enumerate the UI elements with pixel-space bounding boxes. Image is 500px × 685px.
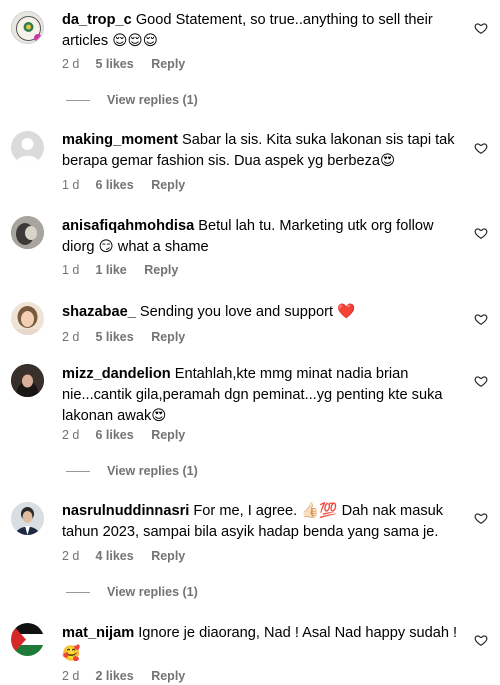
comment-body: making_moment Sabar la sis. Kita suka la… bbox=[62, 130, 462, 172]
comment-meta: 2 d 2 likes Reply bbox=[62, 669, 185, 683]
timestamp: 2 d bbox=[62, 669, 80, 683]
reply-button[interactable]: Reply bbox=[151, 57, 185, 71]
comment-meta: 1 d 6 likes Reply bbox=[62, 178, 185, 192]
comment-body: mizz_dandelion Entahlah,kte mmg minat na… bbox=[62, 364, 462, 427]
timestamp: 2 d bbox=[62, 428, 80, 442]
palestine-flag-icon bbox=[11, 623, 44, 656]
timestamp: 2 d bbox=[62, 57, 80, 71]
reply-button[interactable]: Reply bbox=[144, 263, 178, 277]
heart-outline-icon[interactable] bbox=[474, 374, 488, 388]
heart-outline-icon[interactable] bbox=[474, 226, 488, 240]
comment-body: shazabae_ Sending you love and support ❤… bbox=[62, 302, 462, 323]
reply-button[interactable]: Reply bbox=[151, 549, 185, 563]
avatar[interactable] bbox=[11, 11, 44, 44]
timestamp: 1 d bbox=[62, 263, 80, 277]
view-replies-label: View replies (1) bbox=[107, 464, 198, 478]
comment-body: anisafiqahmohdisa Betul lah tu. Marketin… bbox=[62, 216, 462, 258]
avatar[interactable] bbox=[11, 131, 44, 164]
divider-line bbox=[66, 592, 90, 594]
comment-text: Sending you love and support ❤️ bbox=[139, 304, 356, 320]
avatar[interactable] bbox=[11, 216, 44, 249]
username[interactable]: shazabae_ bbox=[62, 304, 136, 320]
divider-line bbox=[66, 471, 90, 473]
likes-count[interactable]: 5 likes bbox=[95, 330, 133, 344]
comment-body: nasrulnuddinnasri For me, I agree. 👍🏻💯 D… bbox=[62, 501, 462, 543]
reply-button[interactable]: Reply bbox=[151, 330, 185, 344]
comment-meta: 2 d 5 likes Reply bbox=[62, 57, 185, 71]
avatar[interactable] bbox=[11, 364, 44, 397]
likes-count[interactable]: 2 likes bbox=[95, 669, 133, 683]
avatar[interactable] bbox=[11, 302, 44, 335]
likes-count[interactable]: 5 likes bbox=[95, 57, 133, 71]
likes-count[interactable]: 4 likes bbox=[95, 549, 133, 563]
view-replies-label: View replies (1) bbox=[107, 93, 198, 107]
comment-body: mat_nijam Ignore je diaorang, Nad ! Asal… bbox=[62, 623, 462, 665]
likes-count[interactable]: 6 likes bbox=[95, 178, 133, 192]
comment-meta: 2 d 5 likes Reply bbox=[62, 330, 185, 344]
view-replies-label: View replies (1) bbox=[107, 585, 198, 599]
comment-meta: 2 d 6 likes Reply bbox=[62, 428, 185, 442]
divider-line bbox=[66, 100, 90, 102]
avatar[interactable] bbox=[11, 623, 44, 656]
reply-button[interactable]: Reply bbox=[151, 669, 185, 683]
view-replies-button[interactable]: View replies (1) bbox=[66, 93, 198, 107]
likes-count[interactable]: 6 likes bbox=[95, 428, 133, 442]
view-replies-button[interactable]: View replies (1) bbox=[66, 585, 198, 599]
likes-count[interactable]: 1 like bbox=[95, 263, 126, 277]
avatar[interactable] bbox=[11, 502, 44, 535]
timestamp: 2 d bbox=[62, 330, 80, 344]
heart-outline-icon[interactable] bbox=[474, 312, 488, 326]
timestamp: 1 d bbox=[62, 178, 80, 192]
heart-outline-icon[interactable] bbox=[474, 633, 488, 647]
comment-meta: 1 d 1 like Reply bbox=[62, 263, 178, 277]
username[interactable]: nasrulnuddinnasri bbox=[62, 503, 189, 519]
reply-button[interactable]: Reply bbox=[151, 178, 185, 192]
heart-outline-icon[interactable] bbox=[474, 141, 488, 155]
comment-body: da_trop_c Good Statement, so true..anyth… bbox=[62, 10, 462, 52]
heart-outline-icon[interactable] bbox=[474, 511, 488, 525]
heart-outline-icon[interactable] bbox=[474, 21, 488, 35]
username[interactable]: mizz_dandelion bbox=[62, 366, 171, 382]
username[interactable]: making_moment bbox=[62, 132, 178, 148]
username[interactable]: anisafiqahmohdisa bbox=[62, 218, 194, 234]
timestamp: 2 d bbox=[62, 549, 80, 563]
view-replies-button[interactable]: View replies (1) bbox=[66, 464, 198, 478]
comment-meta: 2 d 4 likes Reply bbox=[62, 549, 185, 563]
reply-button[interactable]: Reply bbox=[151, 428, 185, 442]
username[interactable]: da_trop_c bbox=[62, 12, 132, 28]
username[interactable]: mat_nijam bbox=[62, 625, 134, 641]
